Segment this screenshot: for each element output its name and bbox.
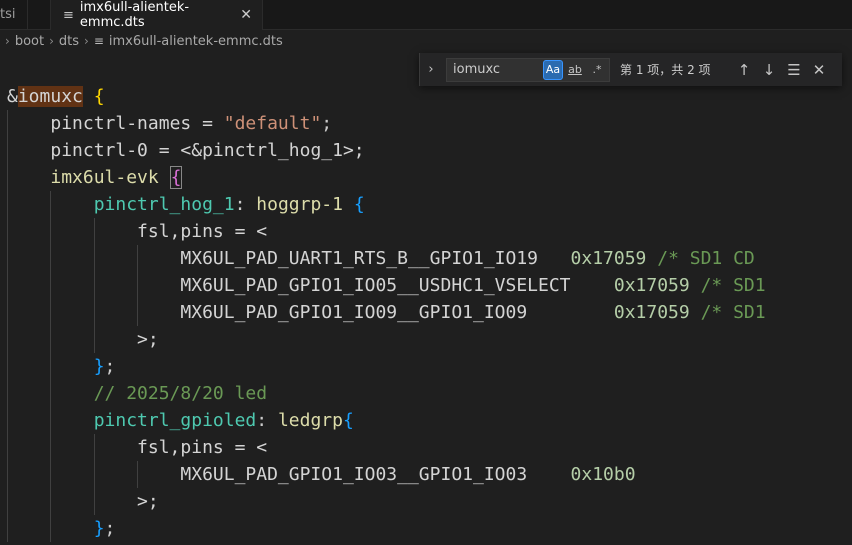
code-line: };: [7, 515, 766, 542]
code-line: imx6ul-evk {: [7, 164, 766, 191]
code-line: pinctrl-names = "default";: [7, 110, 766, 137]
code-line: fsl,pins = <: [7, 434, 766, 461]
code-line: MX6UL_PAD_GPIO1_IO03__GPIO1_IO03 0x10b0: [7, 461, 766, 488]
find-in-selection-icon[interactable]: ☰: [783, 59, 805, 81]
code-line: >;: [7, 326, 766, 353]
chevron-right-icon: ›: [49, 34, 54, 48]
code-line: >;: [7, 488, 766, 515]
close-icon[interactable]: ✕: [240, 7, 252, 23]
code-line: MX6UL_PAD_GPIO1_IO09__GPIO1_IO09 0x17059…: [7, 299, 766, 326]
breadcrumb: › boot › dts › ≡ imx6ull-alientek-emmc.d…: [0, 30, 852, 52]
match-count: 第 1 项，共 2 项: [620, 63, 711, 77]
breadcrumb-item-boot[interactable]: boot: [15, 34, 44, 49]
code-line: pinctrl_hog_1: hoggrp-1 {: [7, 191, 766, 218]
tab-active-file[interactable]: ≡ imx6ull-alientek-emmc.dts ✕: [50, 0, 263, 30]
chevron-right-icon: ›: [84, 34, 89, 48]
search-match-highlight: iomuxc: [17, 86, 83, 107]
match-case-toggle[interactable]: Aa: [543, 59, 563, 80]
chevron-right-icon[interactable]: ›: [422, 62, 440, 77]
tab-label: imx6ull-alientek-emmc.dts: [79, 0, 190, 30]
code-line: pinctrl_gpioled: ledgrp{: [7, 407, 766, 434]
breadcrumb-item-dts[interactable]: dts: [59, 34, 79, 49]
arrow-down-icon[interactable]: ↓: [758, 59, 780, 81]
code-lines: &iomuxc { pinctrl-names = "default"; pin…: [7, 83, 766, 542]
code-line: };: [7, 353, 766, 380]
code-line: &iomuxc {: [7, 86, 105, 107]
code-editor[interactable]: &iomuxc { pinctrl-names = "default"; pin…: [0, 52, 852, 545]
lines-file-icon: ≡: [63, 7, 74, 23]
whole-word-toggle[interactable]: ab: [565, 60, 585, 80]
tab-bar: tsi ≡ imx6ull-alientek-emmc.dts ✕: [0, 0, 852, 30]
code-line: MX6UL_PAD_GPIO1_IO05__USDHC1_VSELECT 0x1…: [7, 272, 766, 299]
regex-toggle[interactable]: .*: [587, 60, 607, 80]
chevron-right-icon: ›: [5, 34, 10, 48]
close-icon[interactable]: ✕: [808, 59, 830, 81]
code-line: MX6UL_PAD_UART1_RTS_B__GPIO1_IO19 0x1705…: [7, 245, 766, 272]
code-line: pinctrl-0 = <&pinctrl_hog_1>;: [7, 137, 766, 164]
tab-label: tsi: [0, 7, 16, 22]
tab-previous-file[interactable]: tsi: [0, 0, 28, 29]
arrow-up-icon[interactable]: ↑: [733, 59, 755, 81]
breadcrumb-item-file[interactable]: imx6ull-alientek-emmc.dts: [109, 34, 283, 49]
code-line: // 2025/8/20 led: [7, 380, 766, 407]
lines-file-icon: ≡: [93, 34, 104, 48]
code-line: fsl,pins = <: [7, 218, 766, 245]
find-widget: › iomuxc Aa ab .* 第 1 项，共 2 项 ↑ ↓ ☰ ✕: [419, 53, 842, 86]
find-input[interactable]: iomuxc Aa ab .*: [446, 57, 610, 82]
